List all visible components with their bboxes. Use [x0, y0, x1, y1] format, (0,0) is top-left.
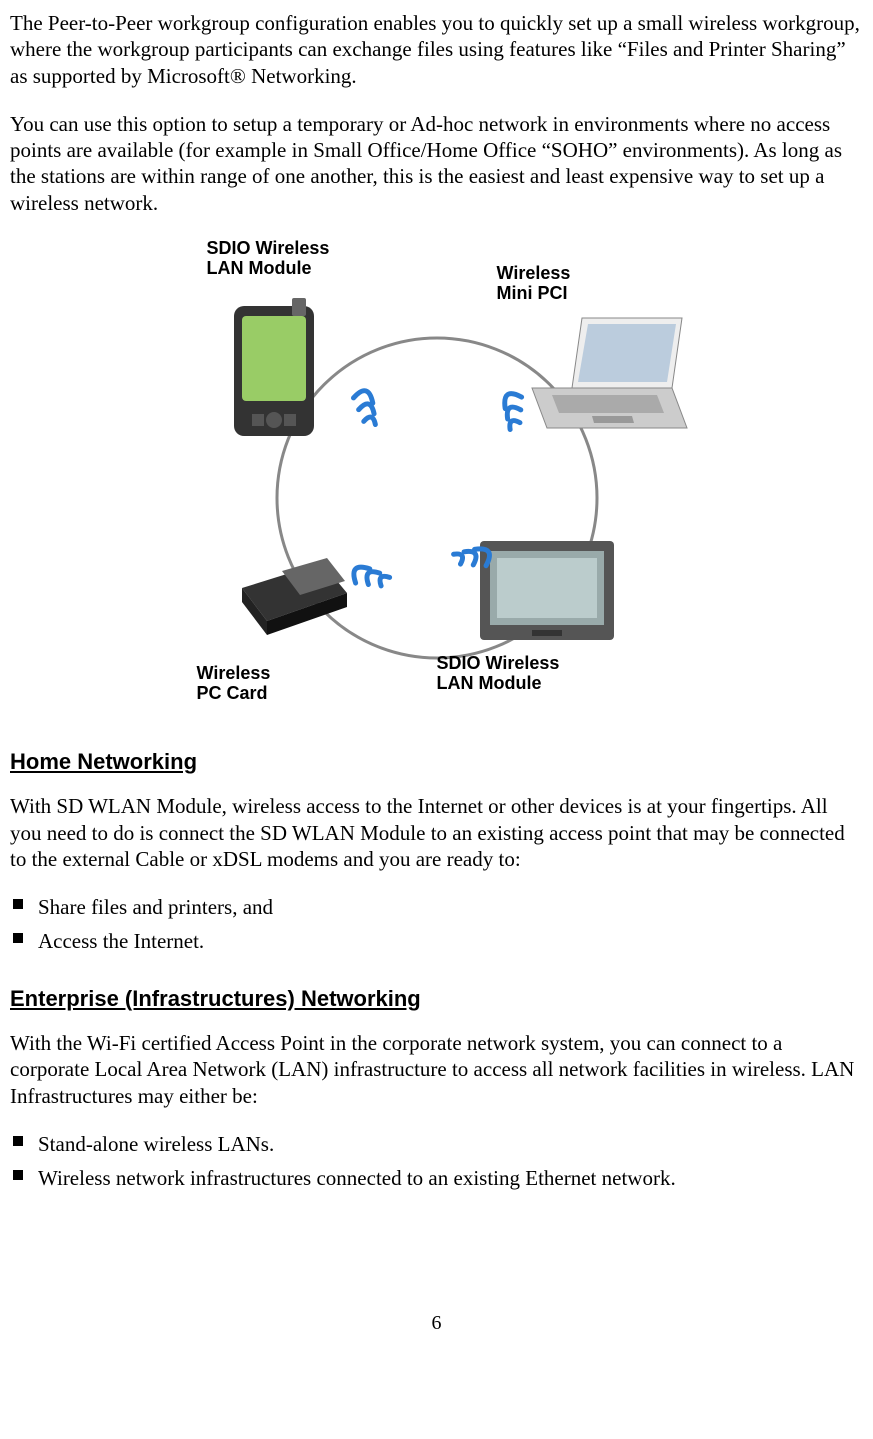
page-number: 6 [10, 1311, 863, 1336]
paragraph-enterprise: With the Wi-Fi certified Access Point in… [10, 1030, 863, 1109]
diagram-label-pccard: WirelessPC Card [197, 663, 271, 704]
paragraph-peer-to-peer: The Peer-to-Peer workgroup configuration… [10, 10, 863, 89]
diagram-label-sdio-top: SDIO WirelessLAN Module [207, 238, 330, 279]
home-list: Share files and printers, and Access the… [10, 894, 863, 955]
heading-home-networking: Home Networking [10, 748, 863, 776]
list-item: Share files and printers, and [10, 894, 863, 920]
diagram-label-minipci: WirelessMini PCI [497, 263, 571, 304]
network-diagram: SDIO WirelessLAN Module WirelessMini PCI… [187, 238, 687, 718]
diagram-label-sdio-bot: SDIO WirelessLAN Module [437, 653, 560, 694]
pda-device-icon [222, 298, 332, 448]
enterprise-list: Stand-alone wireless LANs. Wireless netw… [10, 1131, 863, 1192]
paragraph-adhoc: You can use this option to setup a tempo… [10, 111, 863, 216]
list-item: Wireless network infrastructures connect… [10, 1165, 863, 1191]
list-item: Access the Internet. [10, 928, 863, 954]
list-item: Stand-alone wireless LANs. [10, 1131, 863, 1157]
paragraph-home: With SD WLAN Module, wireless access to … [10, 793, 863, 872]
heading-enterprise-networking: Enterprise (Infrastructures) Networking [10, 985, 863, 1013]
